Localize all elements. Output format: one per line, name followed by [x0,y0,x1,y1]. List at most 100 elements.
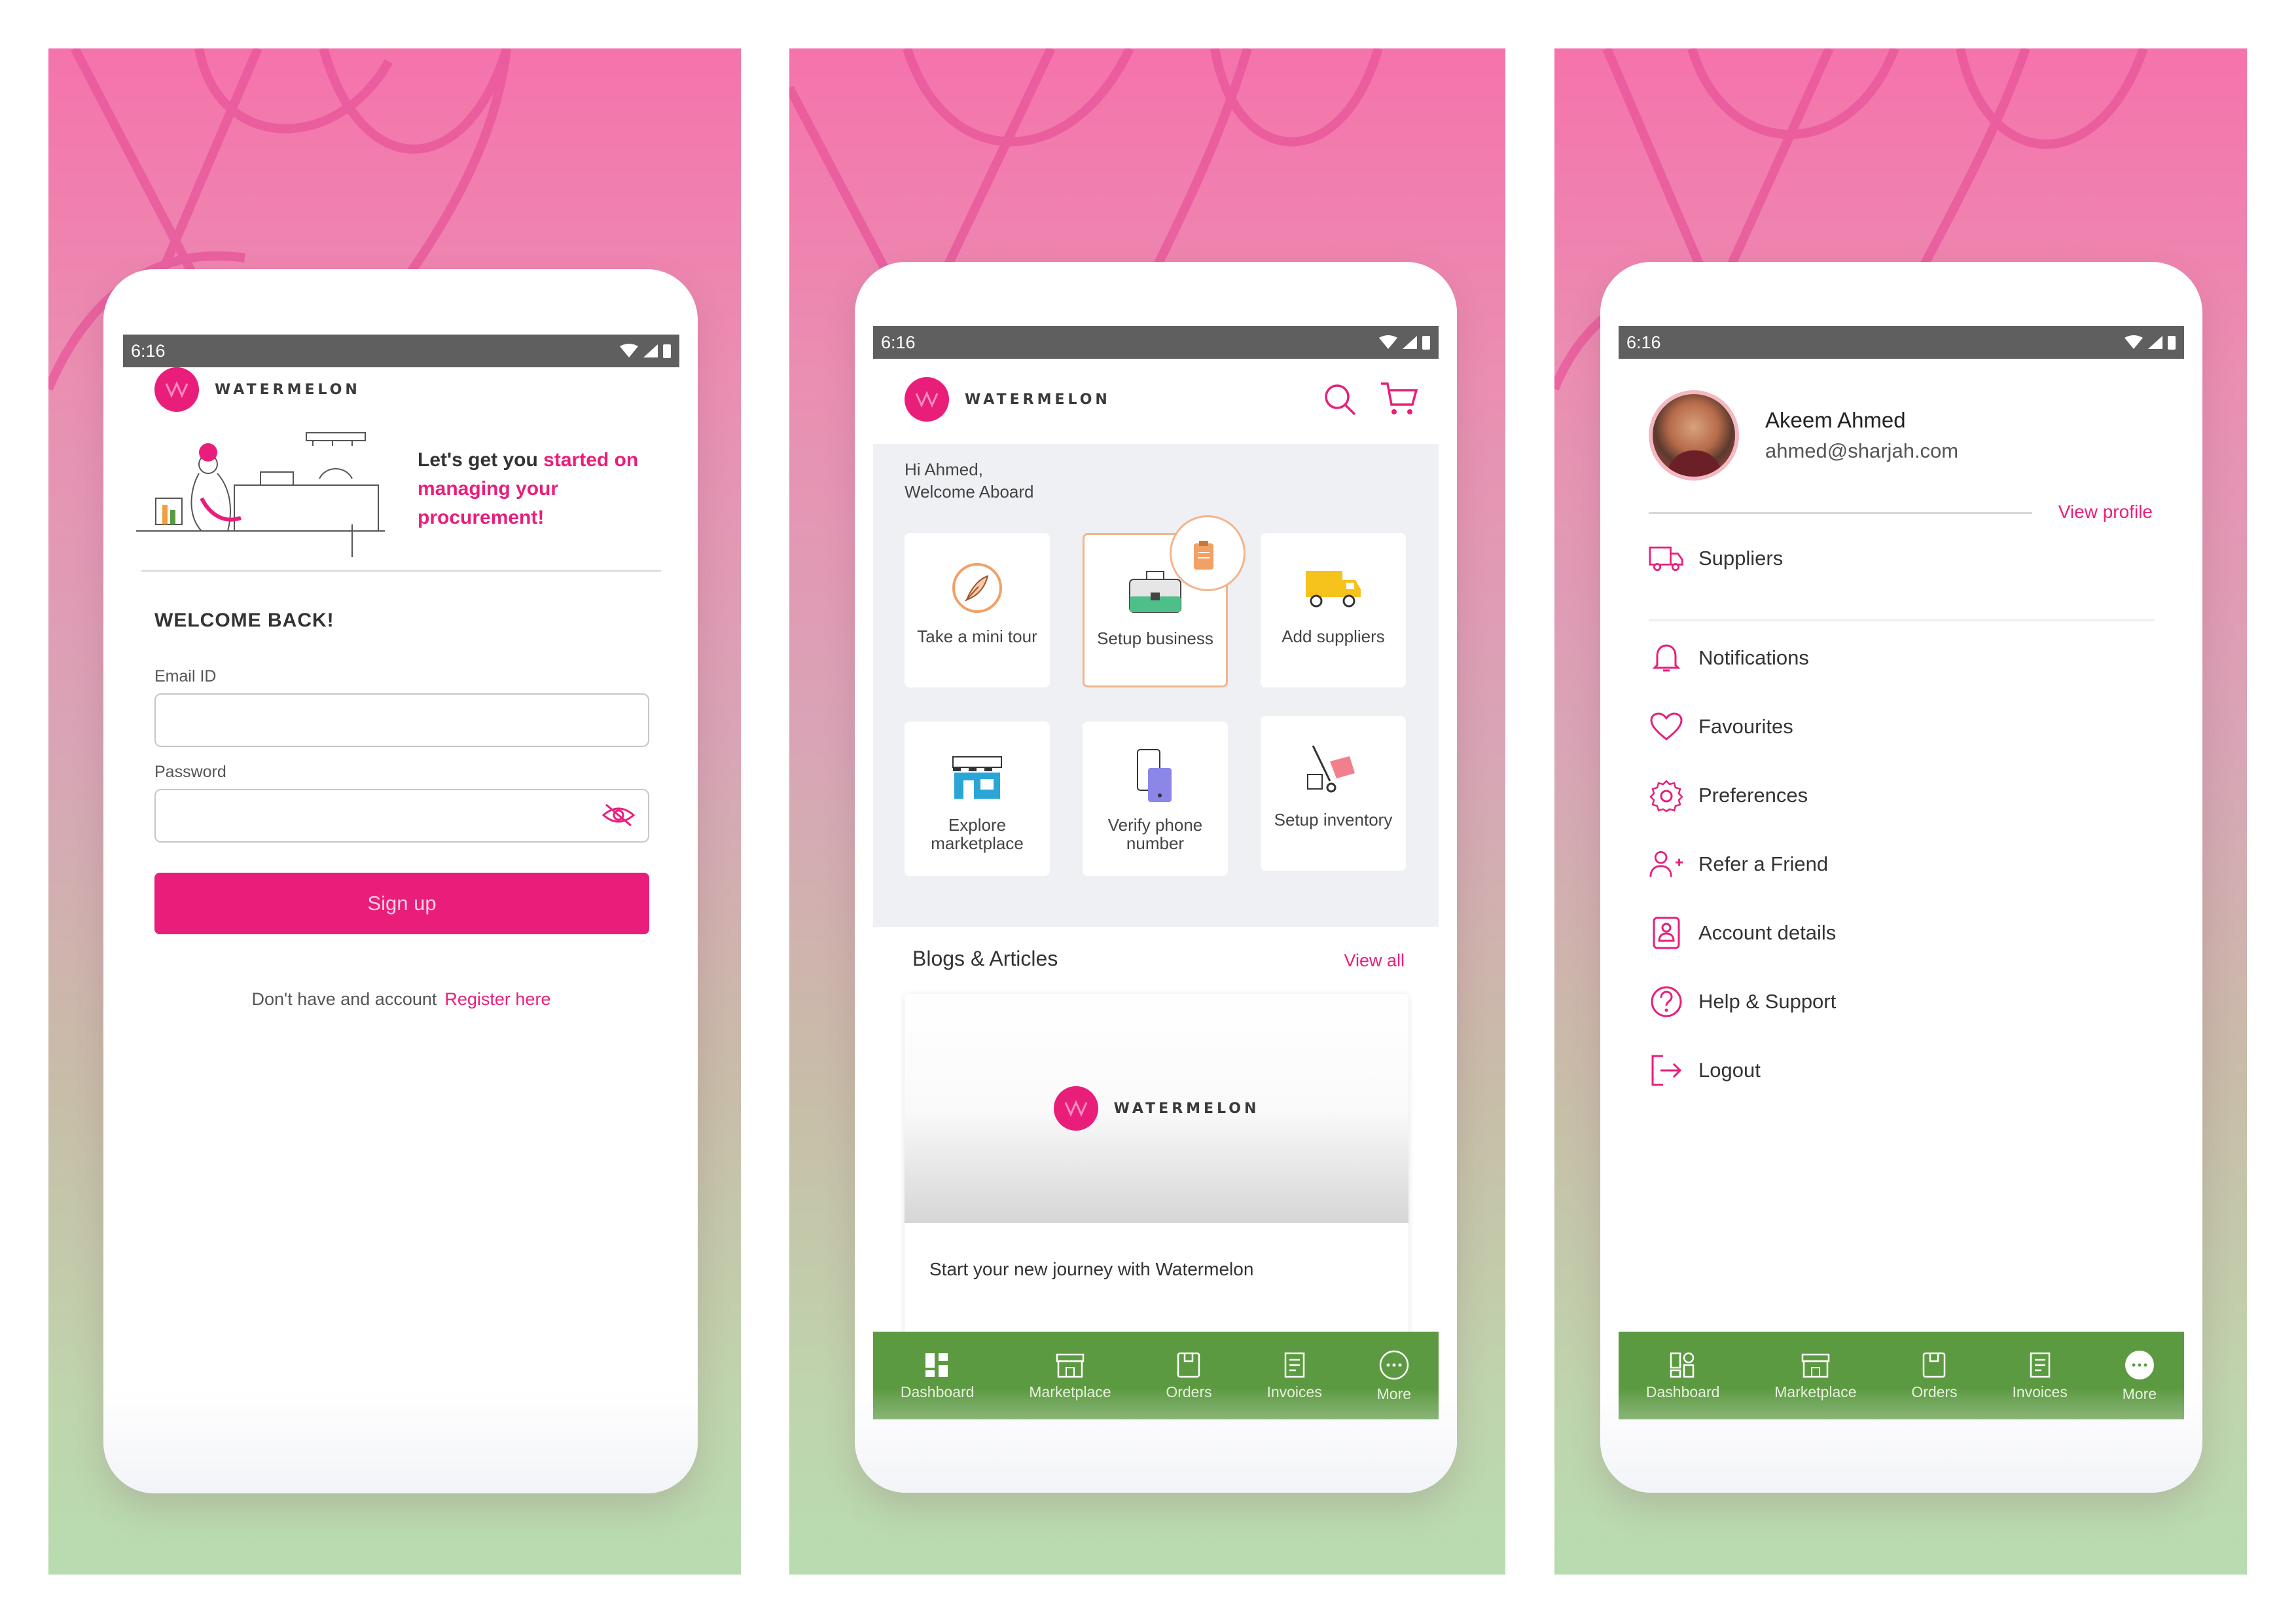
brand-name: WATERMELON [1113,1100,1260,1117]
tagline-plain: Let's get you [418,449,544,471]
invoice-icon [2030,1352,2050,1377]
nav-label: Dashboard [900,1383,975,1400]
tile-setup-inventory[interactable]: Setup inventory [1261,716,1406,871]
phone-frame: 6:16 WATERMELON [855,262,1457,1493]
menu-label: Preferences [1698,784,1808,807]
tile-add-suppliers[interactable]: Add suppliers [1261,533,1406,687]
more-icon [2125,1350,2154,1379]
storefront-icon [948,745,1007,808]
profile-panel: 6:16 Akeem Ahmed ahmed@sharjah.com View … [1554,48,2247,1575]
status-bar: 6:16 [1619,326,2184,359]
menu-help-support[interactable]: Help & Support [1649,984,1836,1019]
nav-marketplace[interactable]: Marketplace [1029,1351,1111,1401]
nav-label: Invoices [2012,1383,2068,1400]
app-header: WATERMELON [905,377,1419,422]
wifi-icon [2125,335,2143,349]
nav-orders[interactable]: Orders [1166,1351,1212,1401]
phone-frame: 6:16 WATERMELON [103,269,698,1493]
welcome-tagline: Let's get you started on managing your p… [418,446,653,532]
avatar[interactable] [1649,390,1739,481]
register-link[interactable]: Register here [444,989,550,1009]
greeting-name: Hi Ahmed, [905,460,983,479]
nav-dashboard[interactable]: Dashboard [900,1351,975,1401]
nav-dashboard[interactable]: Dashboard [1646,1351,1719,1401]
brand-name: WATERMELON [215,381,361,398]
nav-label: More [2122,1385,2157,1402]
signup-button[interactable]: Sign up [154,873,649,934]
cart-icon[interactable] [1380,381,1419,418]
nav-more[interactable]: More [1377,1349,1411,1403]
menu-logout[interactable]: Logout [1649,1053,1761,1088]
login-screen: 6:16 WATERMELON Let's get you started on… [123,335,679,1421]
nav-invoices[interactable]: Invoices [1266,1351,1322,1401]
hand-truck-icon [1304,740,1363,803]
truck-icon [1649,541,1684,576]
search-icon[interactable] [1322,382,1357,417]
dashboard-icon [925,1353,948,1377]
profile-name: Akeem Ahmed [1765,408,1906,432]
blog-brand-logo: WATERMELON [1053,1086,1260,1131]
dashboard-panel: 6:16 WATERMELON Hi Ahmed, Welcome Aboard… [789,48,1505,1575]
view-profile-link[interactable]: View profile [2058,501,2153,522]
tile-label: Add suppliers [1282,627,1385,646]
clipboard-badge [1170,515,1246,591]
password-wrapper [123,789,679,843]
tile-setup-business[interactable]: Setup business [1083,515,1246,687]
menu-suppliers[interactable]: Suppliers [1649,541,1783,576]
tile-label: Setup inventory [1274,810,1393,830]
login-panel: 6:16 WATERMELON Let's get you started on… [48,48,741,1575]
menu-label: Notifications [1698,646,1809,669]
profile-divider [1649,512,2032,514]
feather-icon [950,556,1005,619]
menu-refer-friend[interactable]: Refer a Friend [1649,847,1828,882]
watermelon-logo-icon [154,367,199,412]
status-time: 6:16 [881,332,916,352]
register-prompt: Don't have and account [251,989,437,1009]
nav-label: Invoices [1266,1383,1322,1400]
tile-explore-marketplace[interactable]: Explore marketplace [905,721,1050,876]
phone-icon [1132,745,1178,808]
add-user-icon [1649,847,1684,882]
battery-icon [663,344,671,358]
menu-divider [1649,619,2154,621]
onboarding-area: Hi Ahmed, Welcome Aboard Take a mini tou… [873,444,1439,927]
chef-illustration [136,432,385,557]
nav-orders[interactable]: Orders [1911,1351,1958,1401]
nav-invoices[interactable]: Invoices [2012,1351,2068,1401]
tile-mini-tour[interactable]: Take a mini tour [905,533,1050,687]
tile-verify-phone[interactable]: Verify phone number [1083,721,1228,876]
watermelon-logo-icon [1053,1086,1098,1131]
truck-icon [1302,556,1365,619]
menu-label: Account details [1698,921,1837,944]
menu-label: Refer a Friend [1698,852,1829,875]
status-bar: 6:16 [873,326,1439,359]
menu-notifications[interactable]: Notifications [1649,640,1809,676]
dashboard-screen: 6:16 WATERMELON Hi Ahmed, Welcome Aboard… [873,326,1439,1419]
eye-slash-icon[interactable] [601,802,636,828]
blog-image: WATERMELON [905,994,1408,1223]
brand-logo: WATERMELON [154,367,361,412]
nav-more[interactable]: More [2123,1349,2157,1403]
status-icons [1378,335,1431,350]
nav-marketplace[interactable]: Marketplace [1774,1351,1857,1401]
menu-label: Favourites [1698,715,1793,738]
status-icons [619,343,672,359]
store-icon [1801,1353,1830,1377]
menu-favourites[interactable]: Favourites [1649,709,1793,744]
tile-label: Verify phone number [1107,815,1203,853]
help-icon [1649,984,1684,1019]
brand-name: WATERMELON [965,391,1111,408]
menu-preferences[interactable]: Preferences [1649,778,1808,813]
menu-account-details[interactable]: Account details [1649,915,1836,951]
tile-label: Explore marketplace [931,815,1024,853]
nav-label: Marketplace [1029,1383,1111,1400]
signal-icon [1403,336,1417,349]
password-field[interactable] [154,789,649,843]
view-all-link[interactable]: View all [1344,951,1405,971]
header-actions [1322,381,1419,418]
blog-caption: Start your new journey with Watermelon [929,1259,1254,1279]
password-label: Password [154,763,226,781]
status-icons [2124,335,2176,350]
blog-card[interactable]: WATERMELON Start your new journey with W… [905,994,1408,1347]
email-field[interactable] [154,693,649,747]
